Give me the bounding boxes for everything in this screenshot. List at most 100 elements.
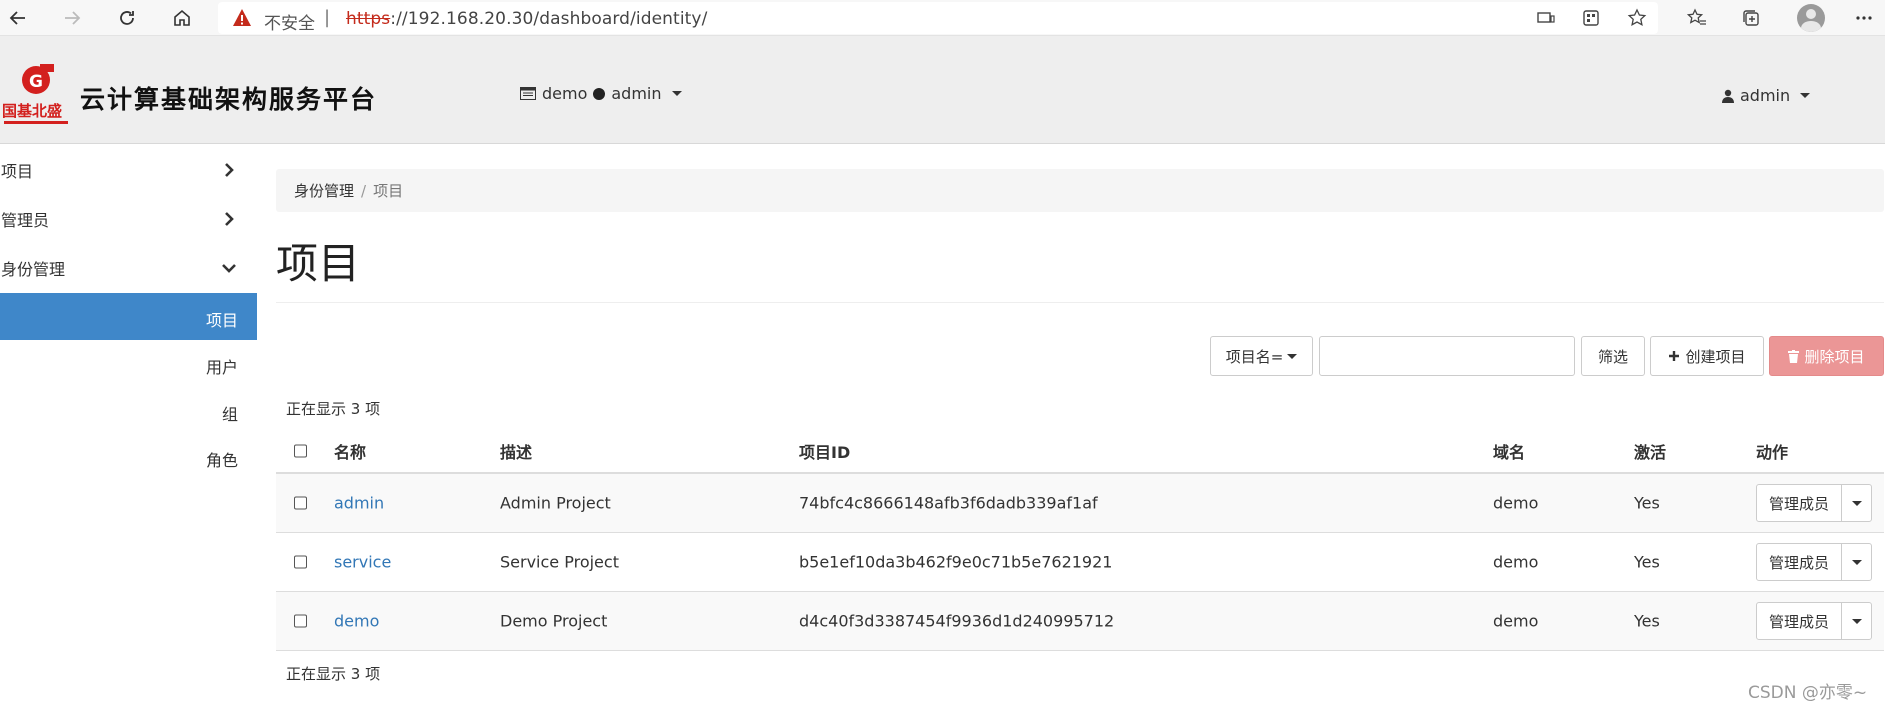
caret-down-icon [1800,93,1811,98]
filter-input[interactable] [1319,336,1575,376]
sidebar-item-label: 项目 [1,161,34,181]
chevron-down-icon [222,263,236,273]
create-project-button[interactable]: 创建项目 [1650,336,1764,376]
user-name: admin [1740,86,1791,105]
column-header-enabled[interactable]: 激活 [1634,439,1666,463]
profile-avatar[interactable] [1797,4,1825,32]
delete-project-button[interactable]: 删除项目 [1769,336,1884,376]
browser-toolbar: 不安全 | https://192.168.20.30/dashboard/id… [0,0,1885,36]
project-domain: demo [1493,611,1539,631]
user-icon [1722,89,1734,103]
forward-icon[interactable] [58,4,86,32]
add-favorite-icon[interactable] [1623,4,1651,32]
watermark: CSDN @亦零~ [1748,683,1868,703]
row-checkbox[interactable] [294,555,307,569]
collections-icon[interactable] [1737,4,1765,32]
user-menu[interactable]: admin [1722,86,1811,105]
caret-down-icon [1851,500,1862,506]
brand-title: 云计算基础架构服务平台 [80,85,378,114]
project-description: Demo Project [500,611,608,631]
filter-field-select[interactable]: 项目名= [1210,336,1313,376]
column-header-project-id[interactable]: 项目ID [799,439,850,463]
manage-members-label: 管理成员 [1768,494,1829,513]
manage-members-button[interactable]: 管理成员 [1756,484,1842,522]
page-title: 项目 [276,239,361,288]
logo-text: 国基北盛 [2,102,62,120]
project-id: 74bfc4c8666148afb3f6dadb339af1af [799,493,1098,513]
project-switcher[interactable]: demo admin [520,84,682,103]
sidebar-item-identity[interactable]: 身份管理 [0,243,257,292]
warning-icon [233,9,251,26]
sidebar-subitem-label: 角色 [205,451,238,470]
more-menu-icon[interactable] [1850,4,1878,32]
home-icon[interactable] [168,4,196,32]
app-available-icon[interactable] [1532,4,1560,32]
delete-project-label: 删除项目 [1804,347,1865,366]
projects-icon [520,87,536,100]
back-icon[interactable] [4,4,32,32]
caret-down-icon [1851,618,1862,624]
item-count-top: 正在显示 3 项 [286,400,381,418]
project-enabled: Yes [1634,493,1660,513]
manage-members-button[interactable]: 管理成员 [1756,543,1842,581]
select-all-checkbox[interactable] [294,444,307,458]
caret-down-icon [671,91,682,96]
sidebar-item-label: 身份管理 [1,259,66,279]
breadcrumb-parent[interactable]: 身份管理 [294,180,354,201]
create-project-label: 创建项目 [1685,347,1746,366]
project-description: Admin Project [500,493,611,513]
item-count-bottom: 正在显示 3 项 [286,665,381,683]
column-header-actions: 动作 [1756,443,1789,462]
sidebar-subitem-label: 用户 [205,358,238,377]
row-checkbox[interactable] [294,496,307,510]
manage-members-label: 管理成员 [1768,612,1829,631]
sidebar-item-label: 管理员 [1,210,50,230]
chevron-right-icon [225,211,234,226]
project-description: Service Project [500,552,619,572]
breadcrumb-current: 项目 [373,182,404,200]
current-project: demo [542,84,588,103]
sidebar-item-admin[interactable]: 管理员 [0,194,257,243]
title-divider [276,302,1884,303]
row-actions-dropdown[interactable] [1841,602,1872,640]
refresh-icon[interactable] [113,4,141,32]
project-id: b5e1ef10da3b462f9e0c71b5e7621921 [799,552,1113,572]
table-row: service Service Project b5e1ef10da3b462f… [276,533,1884,592]
project-name-link[interactable]: service [334,553,391,572]
sidebar: 项目 管理员 身份管理 项目 用户 组 角色 [0,145,257,708]
breadcrumb-separator: / [361,181,367,200]
row-actions-dropdown[interactable] [1841,484,1872,522]
sidebar-subitem-groups[interactable]: 组 [0,387,257,434]
manage-members-button[interactable]: 管理成员 [1756,602,1842,640]
current-region: admin [611,84,662,103]
sidebar-subitem-label: 项目 [205,311,238,330]
favorites-icon[interactable] [1683,4,1711,32]
column-header-description[interactable]: 描述 [500,439,532,463]
project-enabled: Yes [1634,611,1660,631]
column-header-name[interactable]: 名称 [334,439,366,463]
row-checkbox[interactable] [294,614,307,628]
table-row: admin Admin Project 74bfc4c8666148afb3f6… [276,474,1884,533]
filter-button[interactable]: 筛选 [1581,336,1645,376]
column-header-domain[interactable]: 域名 [1493,439,1525,463]
project-name-link[interactable]: admin [334,494,384,513]
trash-icon [1788,349,1800,363]
sidebar-subitem-roles[interactable]: 角色 [0,433,257,480]
table-row: demo Demo Project d4c40f3d3387454f9936d1… [276,592,1884,651]
url-scheme: https [346,9,391,29]
sidebar-subitem-projects[interactable]: 项目 [0,293,257,340]
address-bar[interactable]: 不安全 | https://192.168.20.30/dashboard/id… [218,2,1658,34]
project-domain: demo [1493,493,1539,513]
table-header: 名称 描述 项目ID 域名 激活 动作 [276,430,1884,474]
row-actions-dropdown[interactable] [1841,543,1872,581]
project-enabled: Yes [1634,552,1660,572]
project-name-link[interactable]: demo [334,612,379,631]
sidebar-subitem-users[interactable]: 用户 [0,340,257,387]
plus-icon [1669,351,1680,361]
extensions-icon[interactable] [1577,4,1605,32]
app-header: G 国基北盛 云计算基础架构服务平台 demo admin admin [0,36,1885,144]
breadcrumb: 身份管理 / 项目 [276,169,1884,212]
url-rest: ://192.168.20.30/dashboard/identity/ [390,9,708,29]
sidebar-item-project[interactable]: 项目 [0,145,257,194]
project-domain: demo [1493,552,1539,572]
